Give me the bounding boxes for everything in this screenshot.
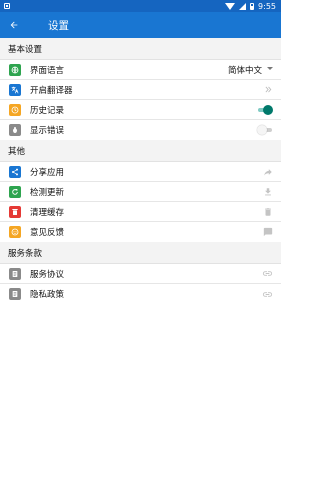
setting-show-errors[interactable]: 显示错误 [0, 120, 281, 140]
setting-label: 分享应用 [30, 167, 65, 178]
settings-group-terms: 服务协议 隐私政策 [0, 264, 281, 304]
show-errors-toggle[interactable] [257, 125, 273, 135]
settings-group-other: 分享应用 检测更新 清理缓存 意见反馈 [0, 162, 281, 242]
wifi-icon [225, 2, 236, 10]
dropdown-caret-icon [267, 67, 273, 70]
globe-icon [9, 63, 21, 76]
setting-label: 开启翻译器 [30, 85, 73, 96]
setting-label: 显示错误 [30, 126, 65, 136]
arrow-back-icon [10, 21, 18, 29]
setting-share-app[interactable]: 分享应用 [0, 162, 281, 182]
history-icon [9, 103, 21, 116]
status-bar: 9:55 [0, 0, 281, 12]
delete-icon [265, 207, 271, 216]
setting-clear-cache[interactable]: 清理缓存 [0, 202, 281, 222]
setting-label: 历史记录 [30, 105, 65, 116]
setting-label: 界面语言 [30, 65, 65, 76]
trash-icon [9, 205, 21, 218]
double-chevron-right-icon [265, 86, 272, 93]
page-title: 设置 [48, 19, 69, 32]
section-header-other: 其他 [0, 140, 281, 162]
forward-arrow-icon [264, 168, 272, 175]
setting-enable-translator[interactable]: 开启翻译器 [0, 80, 281, 100]
section-header-basic: 基本设置 [0, 38, 281, 60]
language-dropdown[interactable]: 简体中文 [228, 64, 273, 76]
link-icon [262, 271, 273, 276]
section-header-terms: 服务条款 [0, 242, 281, 264]
refresh-icon [9, 185, 21, 198]
document-icon [9, 267, 21, 280]
translate-icon [9, 83, 21, 96]
signal-icon [239, 2, 247, 10]
link-icon [262, 291, 273, 297]
setting-label: 清理缓存 [30, 207, 65, 218]
settings-group-basic: 界面语言 简体中文 开启翻译器 历史记录 显示错误 [0, 60, 281, 140]
setting-label: 检测更新 [30, 187, 65, 198]
setting-feedback[interactable]: 意见反馈 [0, 222, 281, 242]
app-bar: 设置 [0, 12, 281, 38]
back-button[interactable] [2, 12, 26, 38]
bug-icon [9, 124, 21, 136]
setting-label: 隐私政策 [30, 290, 65, 300]
smile-icon [9, 226, 21, 238]
language-value: 简体中文 [227, 65, 262, 76]
setting-history[interactable]: 历史记录 [0, 100, 281, 120]
battery-icon [250, 2, 255, 10]
download-icon [265, 187, 271, 195]
setting-label: 意见反馈 [30, 228, 65, 238]
setting-interface-language[interactable]: 界面语言 简体中文 [0, 60, 281, 80]
setting-label: 服务协议 [30, 269, 65, 280]
setting-privacy-policy[interactable]: 隐私政策 [0, 284, 281, 304]
setting-check-update[interactable]: 检测更新 [0, 182, 281, 202]
document-icon [9, 288, 21, 300]
setting-service-agreement[interactable]: 服务协议 [0, 264, 281, 284]
comment-icon [263, 227, 273, 237]
share-icon [9, 165, 21, 178]
history-toggle[interactable] [257, 104, 273, 115]
status-time: 9:55 [258, 1, 276, 11]
notification-icon [4, 3, 10, 9]
